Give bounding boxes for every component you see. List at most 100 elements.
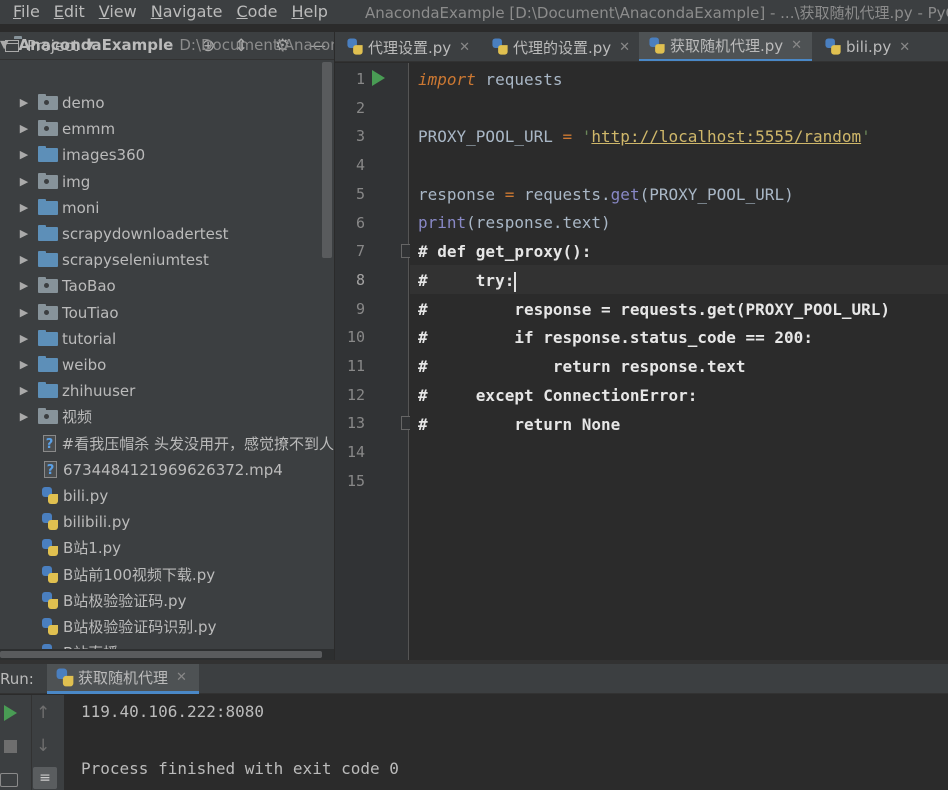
- tree-item[interactable]: ▶ emmm: [0, 116, 334, 142]
- expand-arrow-icon[interactable]: ▶: [16, 404, 32, 430]
- tab-proxy-settings[interactable]: 代理设置.py ✕: [347, 32, 470, 61]
- arrow-up-icon[interactable]: ↑: [36, 703, 50, 723]
- url-link[interactable]: http://localhost:5555/random: [591, 127, 861, 146]
- tab-proxy-config[interactable]: 代理的设置.py ✕: [492, 32, 630, 61]
- folder-icon: [38, 303, 58, 320]
- unknown-file-icon: ?: [41, 434, 58, 453]
- tree-item[interactable]: B站极验验证码.py: [0, 588, 334, 614]
- stop-icon[interactable]: [4, 740, 17, 753]
- close-icon[interactable]: ✕: [791, 38, 802, 53]
- close-icon[interactable]: ✕: [619, 40, 630, 55]
- tree-item[interactable]: ▶ images360: [0, 142, 334, 168]
- line-number: 14: [346, 443, 365, 462]
- soft-wrap-icon[interactable]: ≡: [33, 767, 57, 789]
- code-editor[interactable]: import requests PROXY_POOL_URL = 'http:/…: [410, 63, 948, 631]
- code-line-3: PROXY_POOL_URL = 'http://localhost:5555/…: [418, 127, 871, 146]
- tree-item[interactable]: B站极验验证码识别.py: [0, 614, 334, 640]
- folder-icon: [38, 329, 58, 346]
- line-number: 3: [355, 127, 365, 146]
- tree-item-label: B站1.py: [63, 539, 122, 558]
- tree-item-label: demo: [62, 94, 105, 112]
- arrow-down-icon[interactable]: ↓: [36, 736, 50, 756]
- folder-icon: [38, 251, 58, 268]
- editor-gutter[interactable]: 1 2 3 4 5 6 7 8 9 10 11 12 13 14 15: [335, 63, 411, 631]
- menu-bar: File Edit View Navigate Code Help Anacon…: [0, 0, 948, 24]
- menu-navigate[interactable]: Navigate: [144, 0, 230, 24]
- tree-item[interactable]: bili.py: [0, 483, 334, 509]
- line-number: 10: [346, 328, 365, 347]
- tree-item-label: scrapydownloadertest: [62, 225, 229, 243]
- tree-item[interactable]: ▶ tutorial: [0, 326, 334, 352]
- tree-item[interactable]: ▶ scrapydownloadertest: [0, 221, 334, 247]
- close-icon[interactable]: ✕: [459, 40, 470, 55]
- tree-horizontal-scrollbar[interactable]: [0, 649, 334, 660]
- expand-arrow-icon[interactable]: ▶: [16, 247, 32, 273]
- project-tree: ▼ AnacondaExample D:\Document\AnacondaEx…: [0, 36, 334, 660]
- expand-arrow-icon[interactable]: ▶: [16, 221, 32, 247]
- python-file-icon: [42, 618, 59, 636]
- tree-item[interactable]: ▶ zhihuuser: [0, 378, 334, 404]
- console-output-line: 119.40.106.222:8080: [81, 702, 265, 721]
- line-number: 2: [355, 98, 365, 117]
- expand-arrow-icon[interactable]: ▶: [16, 273, 32, 299]
- close-icon[interactable]: ✕: [176, 670, 187, 685]
- menu-help[interactable]: Help: [284, 0, 334, 24]
- code-line-1: import requests: [418, 70, 563, 89]
- run-gutter-icon[interactable]: [372, 70, 385, 86]
- tab-label: 代理设置.py: [368, 38, 452, 57]
- code-line-12: # except ConnectionError:: [418, 386, 698, 405]
- tree-item-label: tutorial: [62, 329, 117, 348]
- tree-vertical-scrollbar[interactable]: [322, 62, 332, 258]
- layout-icon[interactable]: [0, 773, 18, 787]
- expand-arrow-icon[interactable]: ▶: [16, 378, 32, 404]
- folder-icon: [38, 94, 58, 110]
- tree-item[interactable]: bilibili.py: [0, 509, 334, 535]
- menu-file[interactable]: File: [0, 0, 47, 24]
- run-console[interactable]: 119.40.106.222:8080 Process finished wit…: [65, 695, 948, 790]
- tree-item-label: 6734484121969626372.mp4: [63, 460, 283, 479]
- expand-arrow-icon[interactable]: ▶: [16, 169, 32, 195]
- tree-item[interactable]: B站1.py: [0, 535, 334, 561]
- close-icon[interactable]: ✕: [899, 40, 910, 55]
- tab-get-random-proxy[interactable]: 获取随机代理.py ✕: [639, 32, 813, 61]
- tree-item[interactable]: ▶ demo: [0, 90, 334, 116]
- tree-item-label: weibo: [62, 356, 107, 374]
- menu-view[interactable]: View: [92, 0, 144, 24]
- code-line-10: # if response.status_code == 200:: [418, 328, 813, 347]
- expand-arrow-icon[interactable]: ▶: [16, 142, 32, 168]
- tab-bili[interactable]: bili.py ✕: [825, 32, 910, 61]
- expand-arrow-icon[interactable]: ▶: [16, 326, 32, 352]
- tree-item[interactable]: ▶ 视频: [0, 404, 334, 430]
- line-number: 6: [355, 213, 365, 232]
- tree-item[interactable]: ▶ TouTiao: [0, 300, 334, 326]
- tree-item-label: 视频: [62, 408, 93, 427]
- expand-arrow-icon[interactable]: ▼: [0, 32, 8, 58]
- python-file-icon: [825, 38, 841, 55]
- folder-icon: [38, 120, 58, 137]
- code-line-13: # return None: [418, 415, 621, 434]
- expand-arrow-icon[interactable]: ▶: [16, 300, 32, 326]
- text-caret: [514, 271, 517, 292]
- expand-arrow-icon[interactable]: ▶: [16, 90, 32, 116]
- expand-arrow-icon[interactable]: ▶: [16, 352, 32, 378]
- menu-code[interactable]: Code: [230, 0, 285, 24]
- expand-arrow-icon[interactable]: ▶: [16, 195, 32, 221]
- tree-item[interactable]: ? 6734484121969626372.mp4: [0, 457, 334, 483]
- menu-edit[interactable]: Edit: [47, 0, 92, 24]
- tree-item[interactable]: ▶ moni: [0, 195, 334, 221]
- tree-item[interactable]: ? #看我压帽杀 头发没用开，感觉撩不到人: [0, 431, 334, 457]
- tree-root[interactable]: ▼ AnacondaExample D:\Document\AnacondaEx…: [0, 32, 334, 58]
- project-panel: Project ▼ ⊕ ⇕ ⚙ — ▼ AnacondaExample D:\D…: [0, 32, 334, 660]
- rerun-icon[interactable]: [4, 705, 17, 721]
- tree-item[interactable]: ▶ TaoBao: [0, 273, 334, 299]
- tree-item-label: TouTiao: [62, 303, 119, 322]
- line-number: 13: [346, 414, 365, 433]
- tab-label: 获取随机代理.py: [670, 37, 784, 55]
- tree-item[interactable]: B站前100视频下载.py: [0, 562, 334, 588]
- run-panel-header: Run: 获取随机代理 ✕: [0, 664, 948, 694]
- tree-item[interactable]: ▶ weibo: [0, 352, 334, 378]
- expand-arrow-icon[interactable]: ▶: [16, 116, 32, 142]
- tree-item[interactable]: ▶ img: [0, 169, 334, 195]
- run-tab[interactable]: 获取随机代理 ✕: [47, 664, 199, 694]
- tree-item[interactable]: ▶ scrapyseleniumtest: [0, 247, 334, 273]
